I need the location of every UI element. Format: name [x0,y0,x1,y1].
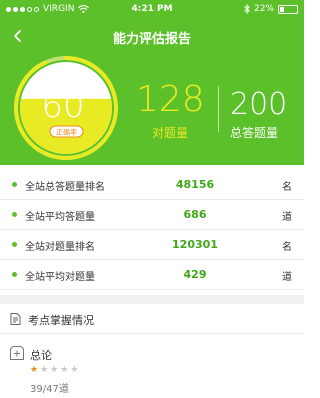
score-divider [218,86,219,132]
stat-row: 全站对题量排名 120301 名 [0,230,304,260]
star-icon: ★ [30,365,39,375]
ranking-list: 全站总答题量排名 48156 名 全站平均答题量 686 道 全站对题量排名 1… [0,170,304,290]
page-title: 能力评估报告 [112,32,191,47]
stat-unit: 道 [282,212,292,223]
score-summary: 128 对题量 200 总答题量 [136,79,304,141]
stat-unit: 名 [282,242,292,253]
section-gap [0,295,304,304]
stat-value: 48156 [175,178,215,191]
nav-bar: 能力评估报告 [0,22,304,52]
report-header: VIRGIN 4:21 PM 22% 能力评估报告 60 % 正确率 128 对… [0,0,304,165]
star-icon: ★ [70,365,79,375]
stat-label: 全站平均对题量 [25,272,95,283]
stat-row: 全站总答题量排名 48156 名 [0,170,304,200]
accuracy-gauge: 60 % 正确率 [14,56,118,160]
bullet-dot [12,182,17,187]
section-title: 考点掌握情况 [28,314,94,327]
stat-value: 686 [183,208,207,221]
stat-row: 全站平均对题量 429 道 [0,260,304,290]
bullet-dot [12,272,17,277]
stat-row: 全站平均答题量 686 道 [0,200,304,230]
stat-label: 全站平均答题量 [25,212,95,223]
topic-progress: 39/47道 [30,384,69,395]
correct-label: 对题量 [152,126,189,140]
battery-fill [280,6,284,12]
battery-icon [278,4,298,14]
topic-item[interactable]: 总论 ★ ★ ★ ★ ★ 39/47道 [0,340,304,398]
star-icon: ★ [40,365,49,375]
total-label: 总答题量 [230,126,279,140]
bluetooth-icon [244,4,250,14]
stat-value: 120301 [172,238,218,251]
accuracy-caption: 正确率 [56,128,77,137]
stat-label: 全站对题量排名 [25,242,95,253]
battery-percent: 22% [253,4,274,14]
correct-count: 128 [136,79,205,120]
accuracy-value: 60 [41,86,84,126]
plus-box-icon[interactable] [10,346,24,360]
bullet-dot [12,212,17,217]
stat-label: 全站总答题量排名 [25,182,105,193]
topic-rating: ★ ★ ★ ★ ★ [30,365,78,375]
total-count: 200 [230,87,288,122]
stat-unit: 名 [282,182,292,193]
star-icon: ★ [50,365,59,375]
document-icon [10,313,21,325]
knowledge-section-header: 考点掌握情况 [0,304,304,334]
stat-value: 429 [183,268,207,281]
accuracy-unit: % [91,91,101,102]
status-bar: VIRGIN 4:21 PM 22% [0,0,304,20]
status-right: 22% [244,4,298,14]
stat-unit: 道 [282,272,292,283]
bullet-dot [12,242,17,247]
star-icon: ★ [60,365,69,375]
topic-title: 总论 [30,349,52,362]
